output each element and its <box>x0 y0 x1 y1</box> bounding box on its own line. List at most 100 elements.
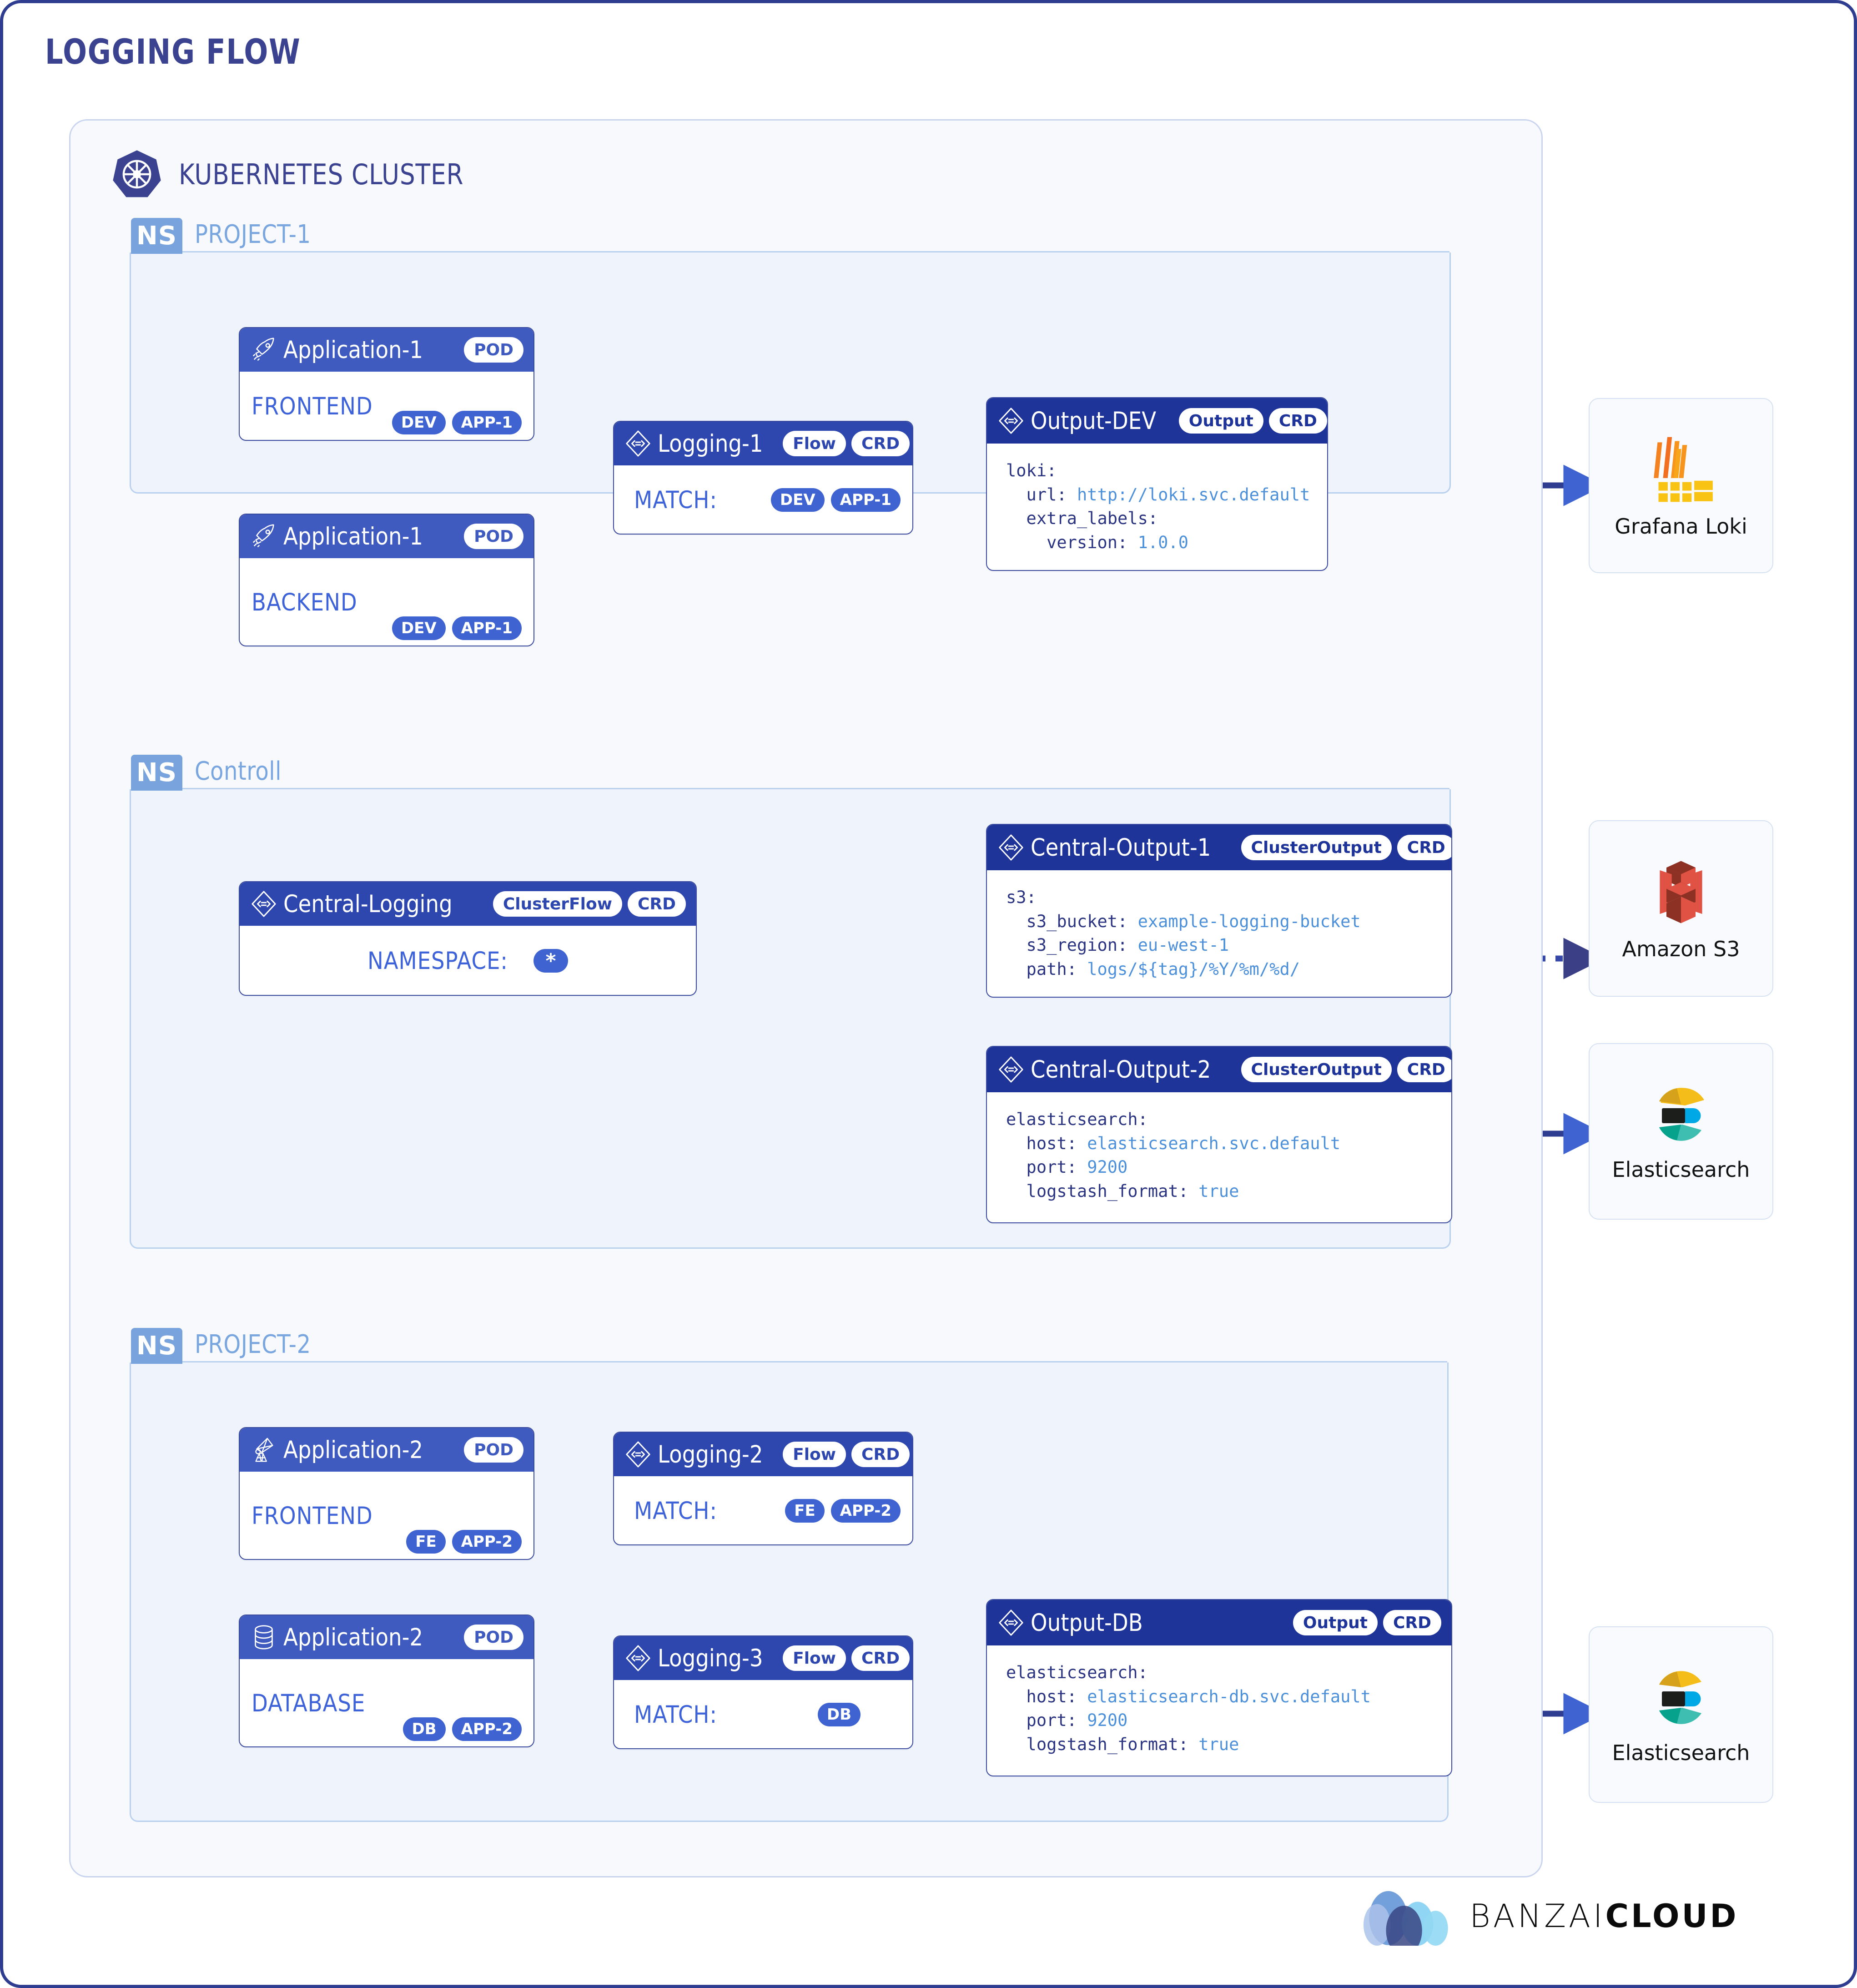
destination-amazon-s3[interactable]: Amazon S3 <box>1589 820 1773 997</box>
kind-badge-pod: POD <box>464 1625 523 1650</box>
yaml-output-dev: loki: url: http://loki.svc.default extra… <box>1006 461 1310 552</box>
diagram-canvas: LOGGING FLOW KUBERNETES CLUSTER NS PROJE… <box>0 0 1857 1988</box>
card-header: Application-1 POD <box>240 515 533 558</box>
card-header: Application-1 POD <box>240 328 533 372</box>
card-central-output-2[interactable]: Central-Output-2 ClusterOutput CRD elast… <box>986 1046 1452 1223</box>
destination-grafana-loki[interactable]: Grafana Loki <box>1589 398 1773 573</box>
kind-badge-clusteroutput: ClusterOutput <box>1241 1057 1392 1082</box>
card-header: Application-2 POD <box>240 1428 533 1472</box>
tag-badge: APP-1 <box>452 411 522 434</box>
kind-badge-pod: POD <box>464 337 523 363</box>
tag-badge: DEV <box>392 411 446 434</box>
crd-badge: CRD <box>627 891 686 917</box>
card-body-label: FRONTEND <box>252 1502 373 1530</box>
card-application-2-frontend[interactable]: Application-2 POD FRONTEND FE APP-2 <box>239 1427 534 1560</box>
crd-diamond-icon <box>252 891 276 917</box>
card-body: FRONTEND FE APP-2 <box>240 1472 533 1559</box>
kind-badge-pod: POD <box>464 1437 523 1463</box>
tag-badge: DEV <box>392 616 446 640</box>
cluster-header: KUBERNETES CLUSTER <box>111 149 510 200</box>
crd-diamond-icon <box>999 408 1023 434</box>
crd-badge: CRD <box>1383 1610 1441 1635</box>
namespace-name-controll: Controll <box>195 757 282 786</box>
kind-badge-flow: Flow <box>783 431 846 456</box>
yaml-output-db: elasticsearch: host: elasticsearch-db.sv… <box>1006 1663 1371 1754</box>
card-output-db[interactable]: Output-DB Output CRD elasticsearch: host… <box>986 1599 1452 1776</box>
yaml-central-output-2: elasticsearch: host: elasticsearch.svc.d… <box>1006 1110 1341 1201</box>
destination-elasticsearch-central[interactable]: Elasticsearch <box>1589 1043 1773 1220</box>
tag-badge: DB <box>403 1717 446 1741</box>
card-logging-2[interactable]: Logging-2 Flow CRD MATCH: FE APP-2 <box>613 1432 913 1545</box>
card-header: Central-Logging ClusterFlow CRD <box>240 882 696 926</box>
grafana-loki-logo <box>1654 437 1713 502</box>
card-central-output-1[interactable]: Central-Output-1 ClusterOutput CRD s3: s… <box>986 824 1452 998</box>
card-application-1-backend[interactable]: Application-1 POD BACKEND DEV APP-1 <box>239 514 534 646</box>
crd-diamond-icon <box>626 1645 650 1671</box>
tag-badge: APP-1 <box>452 616 522 640</box>
elasticsearch-logo <box>1659 1088 1704 1141</box>
kubernetes-icon <box>113 150 161 197</box>
crd-badge: CRD <box>1397 1057 1451 1082</box>
kind-badge-flow: Flow <box>783 1442 846 1467</box>
card-body: MATCH: DEV APP-1 <box>614 465 912 534</box>
crd-diamond-icon <box>999 1056 1023 1083</box>
card-logging-3[interactable]: Logging-3 Flow CRD MATCH: DB <box>613 1635 913 1749</box>
card-body: FRONTEND DEV APP-1 <box>240 372 533 440</box>
destination-label: Grafana Loki <box>1615 514 1747 539</box>
crd-badge: CRD <box>851 1645 910 1671</box>
tag-badge: APP-2 <box>452 1530 522 1554</box>
brand-bold: CLOUD <box>1605 1897 1739 1935</box>
card-body: MATCH: DB <box>614 1680 912 1748</box>
card-title: Logging-1 <box>658 429 763 458</box>
card-output-dev[interactable]: Output-DEV Output CRD loki: url: http://… <box>986 397 1328 571</box>
banzaicloud-wordmark: BANZAICLOUD <box>1469 1897 1739 1935</box>
tag-badge: FE <box>785 1499 825 1523</box>
tag-badge: APP-2 <box>830 1499 901 1523</box>
crd-badge: CRD <box>1268 408 1327 434</box>
card-header: Logging-3 Flow CRD <box>614 1636 912 1680</box>
card-body-label: DATABASE <box>252 1689 366 1717</box>
tag-badge: DEV <box>770 488 825 512</box>
card-title: Application-2 <box>283 1436 423 1464</box>
banzaicloud-brand: BANZAICLOUD <box>1363 1887 1739 1946</box>
card-central-logging[interactable]: Central-Logging ClusterFlow CRD NAMESPAC… <box>239 881 697 996</box>
card-body-label: MATCH: <box>634 1700 717 1729</box>
card-body-label: MATCH: <box>634 1497 717 1525</box>
destination-label: Elasticsearch <box>1612 1157 1750 1182</box>
brand-light: BANZAI <box>1469 1897 1605 1935</box>
card-title: Central-Logging <box>283 890 453 918</box>
tag-badge-wildcard: * <box>533 949 568 973</box>
card-header: Logging-1 Flow CRD <box>614 422 912 465</box>
card-body: NAMESPACE: * <box>240 926 696 995</box>
destination-elasticsearch-db[interactable]: Elasticsearch <box>1589 1626 1773 1803</box>
crd-badge: CRD <box>1397 835 1451 860</box>
destination-label: Amazon S3 <box>1622 937 1740 961</box>
card-title: Central-Output-1 <box>1031 833 1211 862</box>
tag-badge: APP-2 <box>452 1717 522 1741</box>
crd-badge: CRD <box>851 431 910 456</box>
card-title: Logging-3 <box>658 1644 763 1672</box>
card-header: Logging-2 Flow CRD <box>614 1433 912 1476</box>
card-body-label: MATCH: <box>634 486 717 514</box>
banzaicloud-logo-icon <box>1363 1891 1448 1946</box>
card-title: Application-1 <box>283 336 423 364</box>
crd-diamond-icon <box>626 430 650 457</box>
kind-badge-pod: POD <box>464 524 523 549</box>
card-body-label: BACKEND <box>252 588 357 616</box>
page-title: LOGGING FLOW <box>45 31 301 72</box>
card-application-2-database[interactable]: Application-2 POD DATABASE DB APP-2 <box>239 1615 534 1747</box>
amazon-s3-logo <box>1660 861 1702 923</box>
destination-label: Elasticsearch <box>1612 1741 1750 1765</box>
card-body: MATCH: FE APP-2 <box>614 1476 912 1544</box>
kind-badge-clusterflow: ClusterFlow <box>493 891 622 917</box>
card-title: Application-1 <box>283 522 423 550</box>
card-application-1-frontend[interactable]: Application-1 POD FRONTEND DEV APP-1 <box>239 327 534 441</box>
card-header: Central-Output-2 ClusterOutput CRD <box>987 1047 1451 1092</box>
card-title: Output-DB <box>1031 1609 1143 1637</box>
tag-badge: DB <box>817 1703 861 1726</box>
crd-diamond-icon <box>999 834 1023 861</box>
card-logging-1[interactable]: Logging-1 Flow CRD MATCH: DEV APP-1 <box>613 421 913 535</box>
elasticsearch-logo <box>1659 1671 1701 1724</box>
kind-badge-output: Output <box>1293 1610 1378 1635</box>
tag-badge: APP-1 <box>830 488 901 512</box>
